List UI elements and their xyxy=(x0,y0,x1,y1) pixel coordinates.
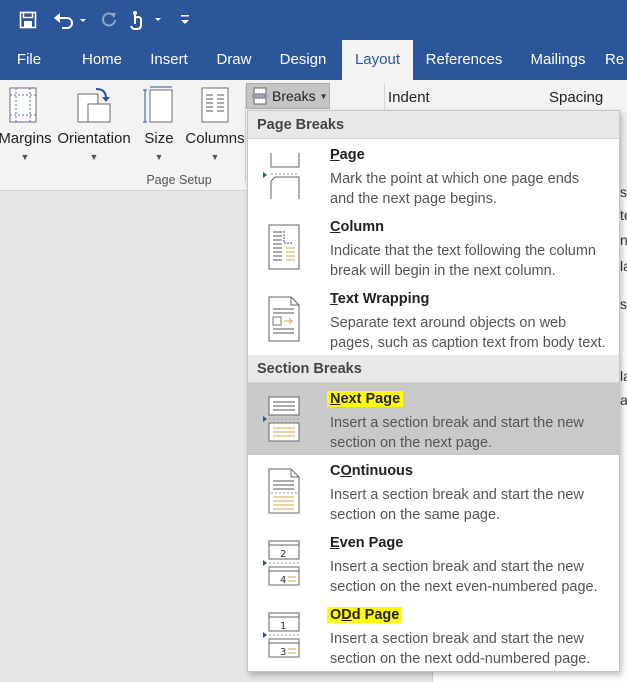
tab-file[interactable]: File xyxy=(0,40,58,80)
odd-page-icon: 13 xyxy=(263,612,300,658)
breaks-button[interactable]: Breaks ▼ xyxy=(246,83,330,109)
menu-item-title: Next Page xyxy=(327,391,404,407)
tab-references[interactable]: References xyxy=(420,40,508,80)
menu-item-title: Even Page xyxy=(330,535,404,551)
text-wrapping-icon xyxy=(268,296,300,342)
icon-page-number: 1 xyxy=(280,621,286,632)
breaks-icon xyxy=(252,87,268,105)
columns-button[interactable]: Columns ▼ xyxy=(184,84,246,170)
margins-button[interactable]: Margins ▼ xyxy=(0,84,54,170)
next-page-icon xyxy=(263,396,300,442)
menu-item-description: Insert a section break and start the new… xyxy=(330,487,584,523)
menu-item-next-page[interactable]: Next Page Insert a section break and sta… xyxy=(248,383,619,455)
icon-page-number: 3 xyxy=(280,647,286,658)
page-breaks-header: Page Breaks xyxy=(248,111,619,139)
chevron-down-icon: ▼ xyxy=(20,152,30,162)
menu-item-description: Separate text around objects on web pages… xyxy=(330,315,606,351)
menu-item-title: Column xyxy=(330,219,384,235)
icon-page-number: 2 xyxy=(280,549,286,560)
tab-mailings[interactable]: Mailings xyxy=(520,40,596,80)
menu-item-title: Page xyxy=(330,147,365,163)
section-breaks-header: Section Breaks xyxy=(248,355,619,383)
tab-layout[interactable]: Layout xyxy=(342,40,413,80)
menu-item-even-page[interactable]: 24 Even Page Insert a section break and … xyxy=(248,527,619,599)
indent-label: Indent xyxy=(388,89,430,106)
columns-label: Columns xyxy=(185,130,245,147)
page-setup-group-label: Page Setup xyxy=(146,173,212,187)
menu-item-column-break[interactable]: Column Indicate that the text following … xyxy=(248,211,619,283)
breaks-label: Breaks xyxy=(272,88,316,104)
document-text-fragment: s xyxy=(620,296,627,312)
columns-icon xyxy=(201,87,229,123)
tab-home[interactable]: Home xyxy=(68,40,136,80)
margins-label: Margins xyxy=(0,130,52,147)
menu-item-text-wrapping[interactable]: Text Wrapping Separate text around objec… xyxy=(248,283,619,355)
touch-mode-icon[interactable] xyxy=(128,0,166,40)
tab-design[interactable]: Design xyxy=(270,40,336,80)
chevron-down-icon: ▼ xyxy=(210,152,220,162)
even-page-icon: 24 xyxy=(263,540,300,586)
menu-item-description: Mark the point at which one page ends and… xyxy=(330,171,580,207)
redo-icon[interactable] xyxy=(96,0,122,40)
chevron-down-icon: ▼ xyxy=(89,152,99,162)
menu-item-odd-page[interactable]: 13 ODd Page Insert a section break and s… xyxy=(248,599,619,671)
orientation-icon xyxy=(77,88,111,123)
menu-item-continuous[interactable]: COntinuous Insert a section break and st… xyxy=(248,455,619,527)
menu-item-title: Text Wrapping xyxy=(330,291,430,307)
chevron-down-icon: ▼ xyxy=(154,152,164,162)
orientation-label: Orientation xyxy=(57,130,131,147)
menu-item-description: Insert a section break and start the new… xyxy=(330,415,584,451)
document-text-fragment: ar xyxy=(620,392,627,408)
margins-icon xyxy=(9,87,37,123)
menu-item-page-break[interactable]: Page Mark the point at which one page en… xyxy=(248,139,619,211)
menu-item-title: COntinuous xyxy=(330,463,413,479)
size-label: Size xyxy=(144,130,174,147)
save-icon[interactable] xyxy=(14,0,42,40)
menu-item-description: Insert a section break and start the new… xyxy=(330,631,591,667)
title-bar xyxy=(0,0,627,40)
orientation-button[interactable]: Orientation ▼ xyxy=(56,84,132,170)
size-button[interactable]: Size ▼ xyxy=(138,84,180,170)
customize-toolbar-icon[interactable] xyxy=(176,0,194,40)
menu-item-description: Indicate that the text following the col… xyxy=(330,243,596,279)
tab-draw[interactable]: Draw xyxy=(206,40,262,80)
document-text-fragment: te xyxy=(620,207,627,223)
document-text-fragment: n xyxy=(620,232,627,248)
tab-review[interactable]: Re xyxy=(605,40,627,80)
spacing-label: Spacing xyxy=(549,89,604,106)
document-text-fragment: s xyxy=(620,184,627,200)
continuous-icon xyxy=(268,468,300,514)
tab-insert[interactable]: Insert xyxy=(140,40,198,80)
undo-icon[interactable] xyxy=(52,0,88,40)
menu-item-title: ODd Page xyxy=(327,607,403,623)
menu-item-description: Insert a section break and start the new… xyxy=(330,559,598,595)
size-icon xyxy=(143,86,173,123)
icon-page-number: 4 xyxy=(280,575,286,586)
document-text-fragment: la xyxy=(620,368,627,384)
column-break-icon xyxy=(268,224,300,270)
document-text-fragment: la xyxy=(620,258,627,274)
page-break-icon xyxy=(263,153,300,199)
chevron-down-icon: ▼ xyxy=(319,91,328,101)
breaks-dropdown-menu: Page Breaks Page Mark the point at which… xyxy=(247,110,620,672)
